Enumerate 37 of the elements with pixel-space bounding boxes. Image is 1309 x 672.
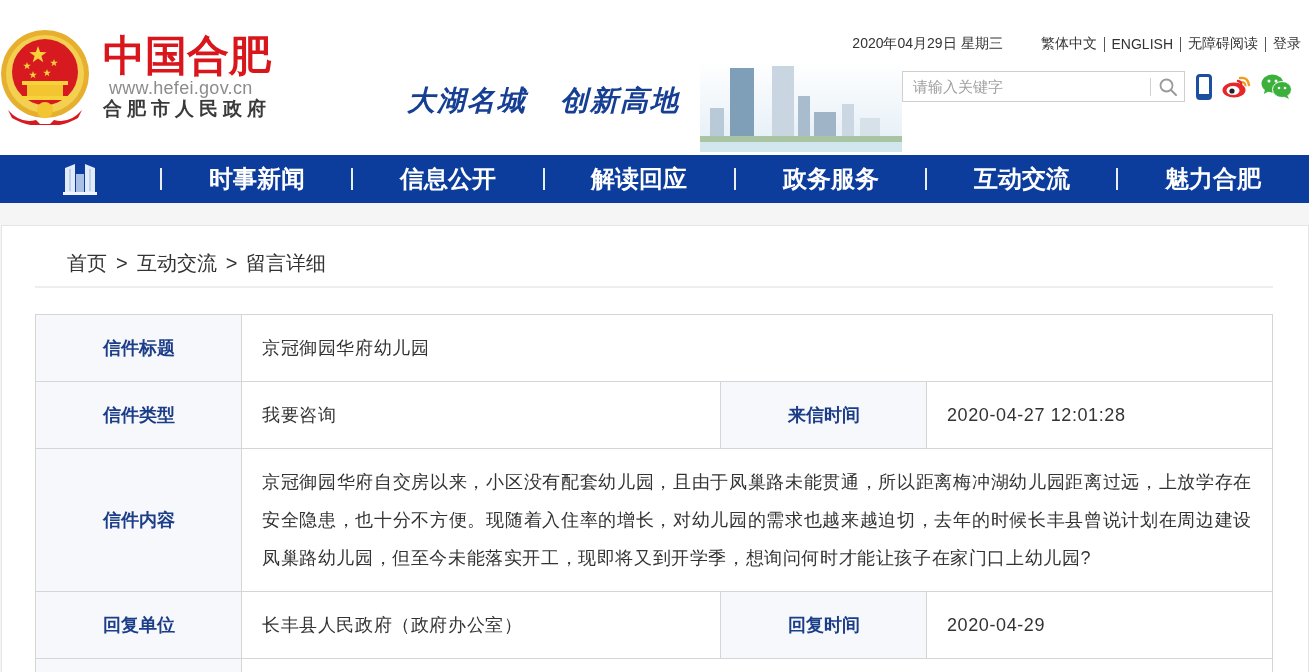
nav-link[interactable]: 时事新闻 <box>208 164 305 194</box>
nav-link[interactable]: 政务服务 <box>782 164 879 194</box>
breadcrumb-separator: > <box>116 251 128 276</box>
slogan-text: 大湖名城 <box>407 84 527 118</box>
breadcrumb-link[interactable]: 互动交流 <box>136 250 217 276</box>
table-label-cell: 回复时间 <box>720 591 927 659</box>
nav-link[interactable]: 解读回应 <box>591 164 688 194</box>
site-url: www.hefei.gov.cn <box>108 78 253 98</box>
breadcrumb-current: 留言详细 <box>246 251 327 276</box>
site-subtitle: 合肥市人民政府 <box>103 98 271 120</box>
nav-link[interactable]: 信息公开 <box>399 164 496 194</box>
mobile-phone-icon[interactable] <box>1196 73 1212 100</box>
site-title: 中国合肥 <box>103 34 271 78</box>
table-cell: 京冠御园华府自交房以来，小区没有配套幼儿园，且由于凤巢路未能贯通，所以距离梅冲湖幼儿园距离过远，上放学存在安全隐患，也十分不方便。现随着入住率的增长，对幼儿园的需求也越来越迫切，去年的时候长丰县曾说计划在周边建设凤巢路幼儿园，但至今未能落实开工，现即将又到开学季，想询问何时才能让孩子在家门口上幼儿园? <box>241 448 1273 592</box>
weibo-icon[interactable] <box>1222 75 1251 98</box>
breadcrumb-separator: > <box>225 251 238 276</box>
table-label-cell: 来信时间 <box>720 381 927 449</box>
top-link[interactable]: 登录 <box>1273 35 1301 53</box>
table-cell: 长丰县人民政府（政府办公室） <box>241 591 721 659</box>
breadcrumb-link[interactable]: 首页 <box>67 250 107 276</box>
wechat-icon[interactable] <box>1261 74 1292 99</box>
nav-link[interactable]: 魅力合肥 <box>1165 164 1262 194</box>
slogan-text: 创新高地 <box>560 84 680 118</box>
table-label-cell: 信件类型 <box>35 381 242 449</box>
table-cell: 京冠御园华府幼儿园 <box>241 314 1273 382</box>
table-cell: 2020-04-27 12:01:28 <box>926 381 1273 449</box>
table-cell: 我要咨询 <box>241 381 721 449</box>
table-label-cell: 信件标题 <box>35 314 242 382</box>
building-icon[interactable] <box>62 163 98 195</box>
date-text: 2020年04月29日 星期三 <box>852 35 1003 53</box>
table-cell: 2020-04-29 <box>926 591 1273 659</box>
top-link[interactable]: ENGLISH <box>1111 36 1173 52</box>
top-link[interactable]: 繁体中文 <box>1040 35 1097 53</box>
top-link[interactable]: 无障碍阅读 <box>1188 35 1258 53</box>
table-label-cell: 信件内容 <box>35 448 242 592</box>
table-label-cell: 回复单位 <box>35 591 242 659</box>
nav-link[interactable]: 互动交流 <box>973 164 1070 194</box>
